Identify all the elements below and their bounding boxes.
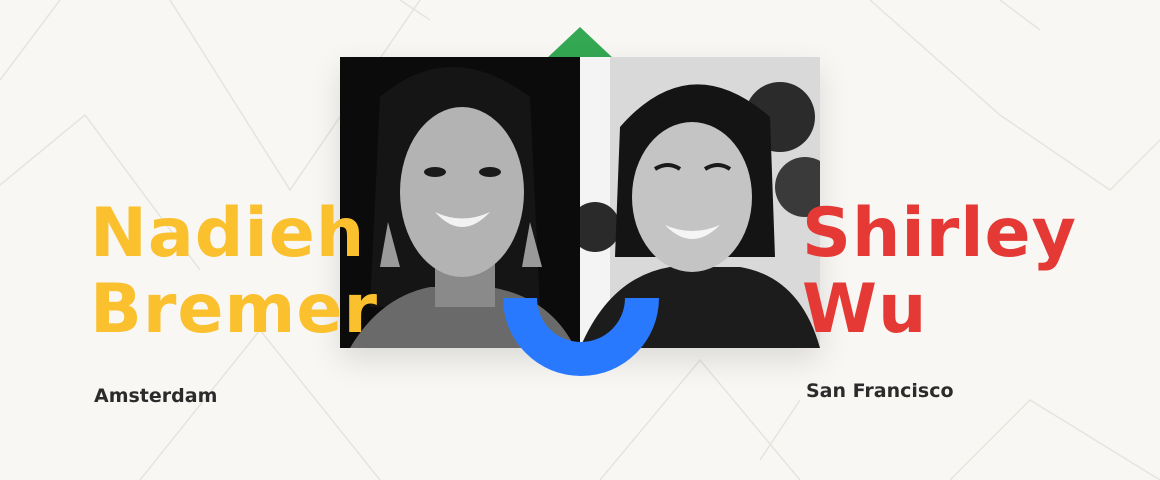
speaker-city-right: San Francisco: [806, 380, 954, 402]
last-name: Wu: [802, 270, 928, 349]
speaker-city-left: Amsterdam: [94, 385, 218, 407]
speaker-name-right: Shirley Wu: [802, 196, 1077, 348]
speaker-name-left: Nadieh Bremer: [90, 196, 378, 348]
triangle-icon: [546, 27, 614, 59]
semicircle-smile-icon: [503, 298, 659, 376]
first-name: Shirley: [802, 194, 1077, 273]
first-name: Nadieh: [90, 194, 366, 273]
last-name: Bremer: [90, 270, 378, 349]
